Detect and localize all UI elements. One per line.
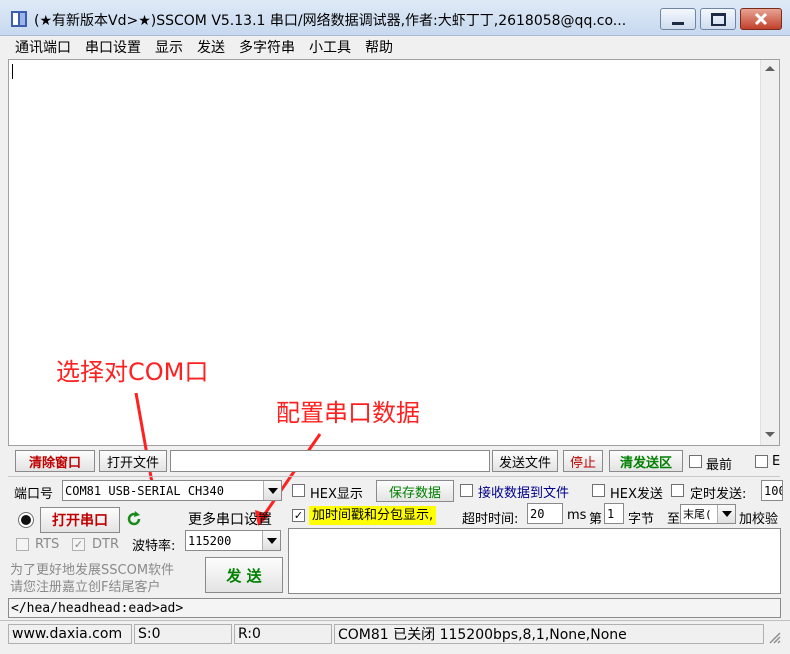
recv-to-file-checkbox[interactable] [460, 484, 473, 497]
hex-send-checkbox[interactable] [592, 484, 605, 497]
menu-send[interactable]: 发送 [190, 37, 232, 57]
promo-line-2: 请您注册嘉立创F结尾客户 [10, 580, 161, 595]
topmost-label: 最前 [706, 458, 733, 473]
minimize-icon [672, 21, 684, 25]
scroll-down-icon[interactable] [765, 432, 775, 437]
rts-label: RTS [35, 537, 60, 552]
byte-label: 字节 [628, 512, 655, 527]
send-button[interactable]: 发 送 [205, 557, 283, 593]
open-port-button[interactable]: 打开串口 [40, 507, 120, 533]
status-received: R:0 [234, 624, 332, 644]
save-data-button[interactable]: 保存数据 [376, 480, 454, 502]
command-line[interactable]: </hea/headhead:ead>ad> [8, 598, 781, 618]
close-icon [754, 12, 768, 26]
status-sent: S:0 [134, 624, 232, 644]
scroll-up-icon[interactable] [765, 66, 775, 71]
maximize-button[interactable] [700, 8, 736, 30]
menu-help[interactable]: 帮助 [358, 37, 400, 57]
chevron-down-icon[interactable] [717, 505, 735, 523]
send-input[interactable] [288, 528, 781, 594]
text-caret [12, 64, 13, 79]
app-icon [11, 11, 27, 27]
topmost-checkbox[interactable] [689, 455, 702, 468]
timed-send-checkbox[interactable] [671, 484, 684, 497]
to-label: 至 [667, 512, 681, 527]
port-select[interactable]: COM81 USB-SERIAL CH340 [62, 480, 282, 501]
recv-to-file-label[interactable]: 接收数据到文件 [478, 482, 569, 501]
status-bar: www.daxia.com S:0 R:0 COM81 已关闭 115200bp… [0, 620, 790, 646]
port-status-indicator [18, 512, 34, 528]
hex-display-label: HEX显示 [310, 487, 363, 502]
timeout-input[interactable]: 20 [527, 503, 563, 524]
refresh-icon[interactable] [125, 510, 143, 528]
byte-index-input[interactable]: 1 [604, 503, 624, 524]
menu-comm-port[interactable]: 通讯端口 [8, 37, 78, 57]
checksum-label: 加校验 [739, 512, 779, 527]
english-label: E [772, 454, 781, 469]
timeout-label: 超时时间: [462, 512, 519, 527]
baud-value: 115200 [188, 533, 232, 548]
receive-scrollbar[interactable] [760, 60, 779, 445]
menu-display[interactable]: 显示 [148, 37, 190, 57]
ms-label: ms [567, 508, 587, 523]
stop-button[interactable]: 停止 [563, 450, 603, 472]
menu-bar: 通讯端口 串口设置 显示 发送 多字符串 小工具 帮助 [0, 36, 790, 58]
english-checkbox[interactable] [755, 455, 768, 468]
port-label: 端口号 [14, 487, 54, 502]
menu-tools[interactable]: 小工具 [302, 37, 358, 57]
status-port-info: COM81 已关闭 115200bps,8,1,None,None [334, 624, 764, 644]
clear-window-button[interactable]: 清除窗口 [15, 450, 95, 472]
port-value: COM81 USB-SERIAL CH340 [65, 483, 224, 498]
dtr-checkbox[interactable]: ✓ [72, 538, 85, 551]
annotation-config-serial: 配置串口数据 [276, 399, 420, 427]
divider [8, 476, 780, 477]
baud-select[interactable]: 115200 [185, 530, 281, 551]
menu-multi-string[interactable]: 多字符串 [232, 37, 302, 57]
timed-send-label: 定时发送: [690, 487, 747, 502]
timestamp-label: 加时间戳和分包显示, [309, 506, 437, 525]
record-icon [21, 515, 31, 525]
status-site: www.daxia.com [8, 624, 132, 644]
send-file-button[interactable]: 发送文件 [492, 450, 558, 472]
baud-label: 波特率: [132, 539, 176, 554]
timed-send-input[interactable]: 100 [761, 480, 783, 501]
receive-area[interactable] [8, 59, 780, 446]
window-title: (★有新版本Vd>★)SSCOM V5.13.1 串口/网络数据调试器,作者:大… [34, 13, 627, 29]
close-button[interactable] [740, 8, 782, 30]
dtr-label: DTR [92, 537, 119, 552]
minimize-button[interactable] [660, 8, 696, 30]
chevron-down-icon[interactable] [262, 531, 280, 550]
more-settings-link[interactable]: 更多串口设置 [188, 509, 272, 529]
end-value: 末尾( [683, 508, 712, 521]
nth-label: 第 [589, 512, 603, 527]
timestamp-checkbox[interactable]: ✓ [292, 509, 305, 522]
hex-send-label: HEX发送 [610, 487, 663, 502]
chevron-down-icon[interactable] [263, 481, 281, 500]
end-select[interactable]: 末尾( [680, 504, 736, 524]
maximize-icon [710, 12, 726, 26]
hex-display-checkbox[interactable] [292, 484, 305, 497]
rts-checkbox[interactable] [16, 538, 29, 551]
title-bar: (★有新版本Vd>★)SSCOM V5.13.1 串口/网络数据调试器,作者:大… [0, 0, 790, 36]
clear-send-button[interactable]: 清发送区 [609, 450, 683, 472]
annotation-select-com: 选择对COM口 [56, 358, 209, 386]
open-file-button[interactable]: 打开文件 [99, 450, 167, 472]
menu-serial-settings[interactable]: 串口设置 [78, 37, 148, 57]
resize-grip-icon[interactable] [766, 629, 782, 645]
file-path-input[interactable] [170, 450, 490, 472]
